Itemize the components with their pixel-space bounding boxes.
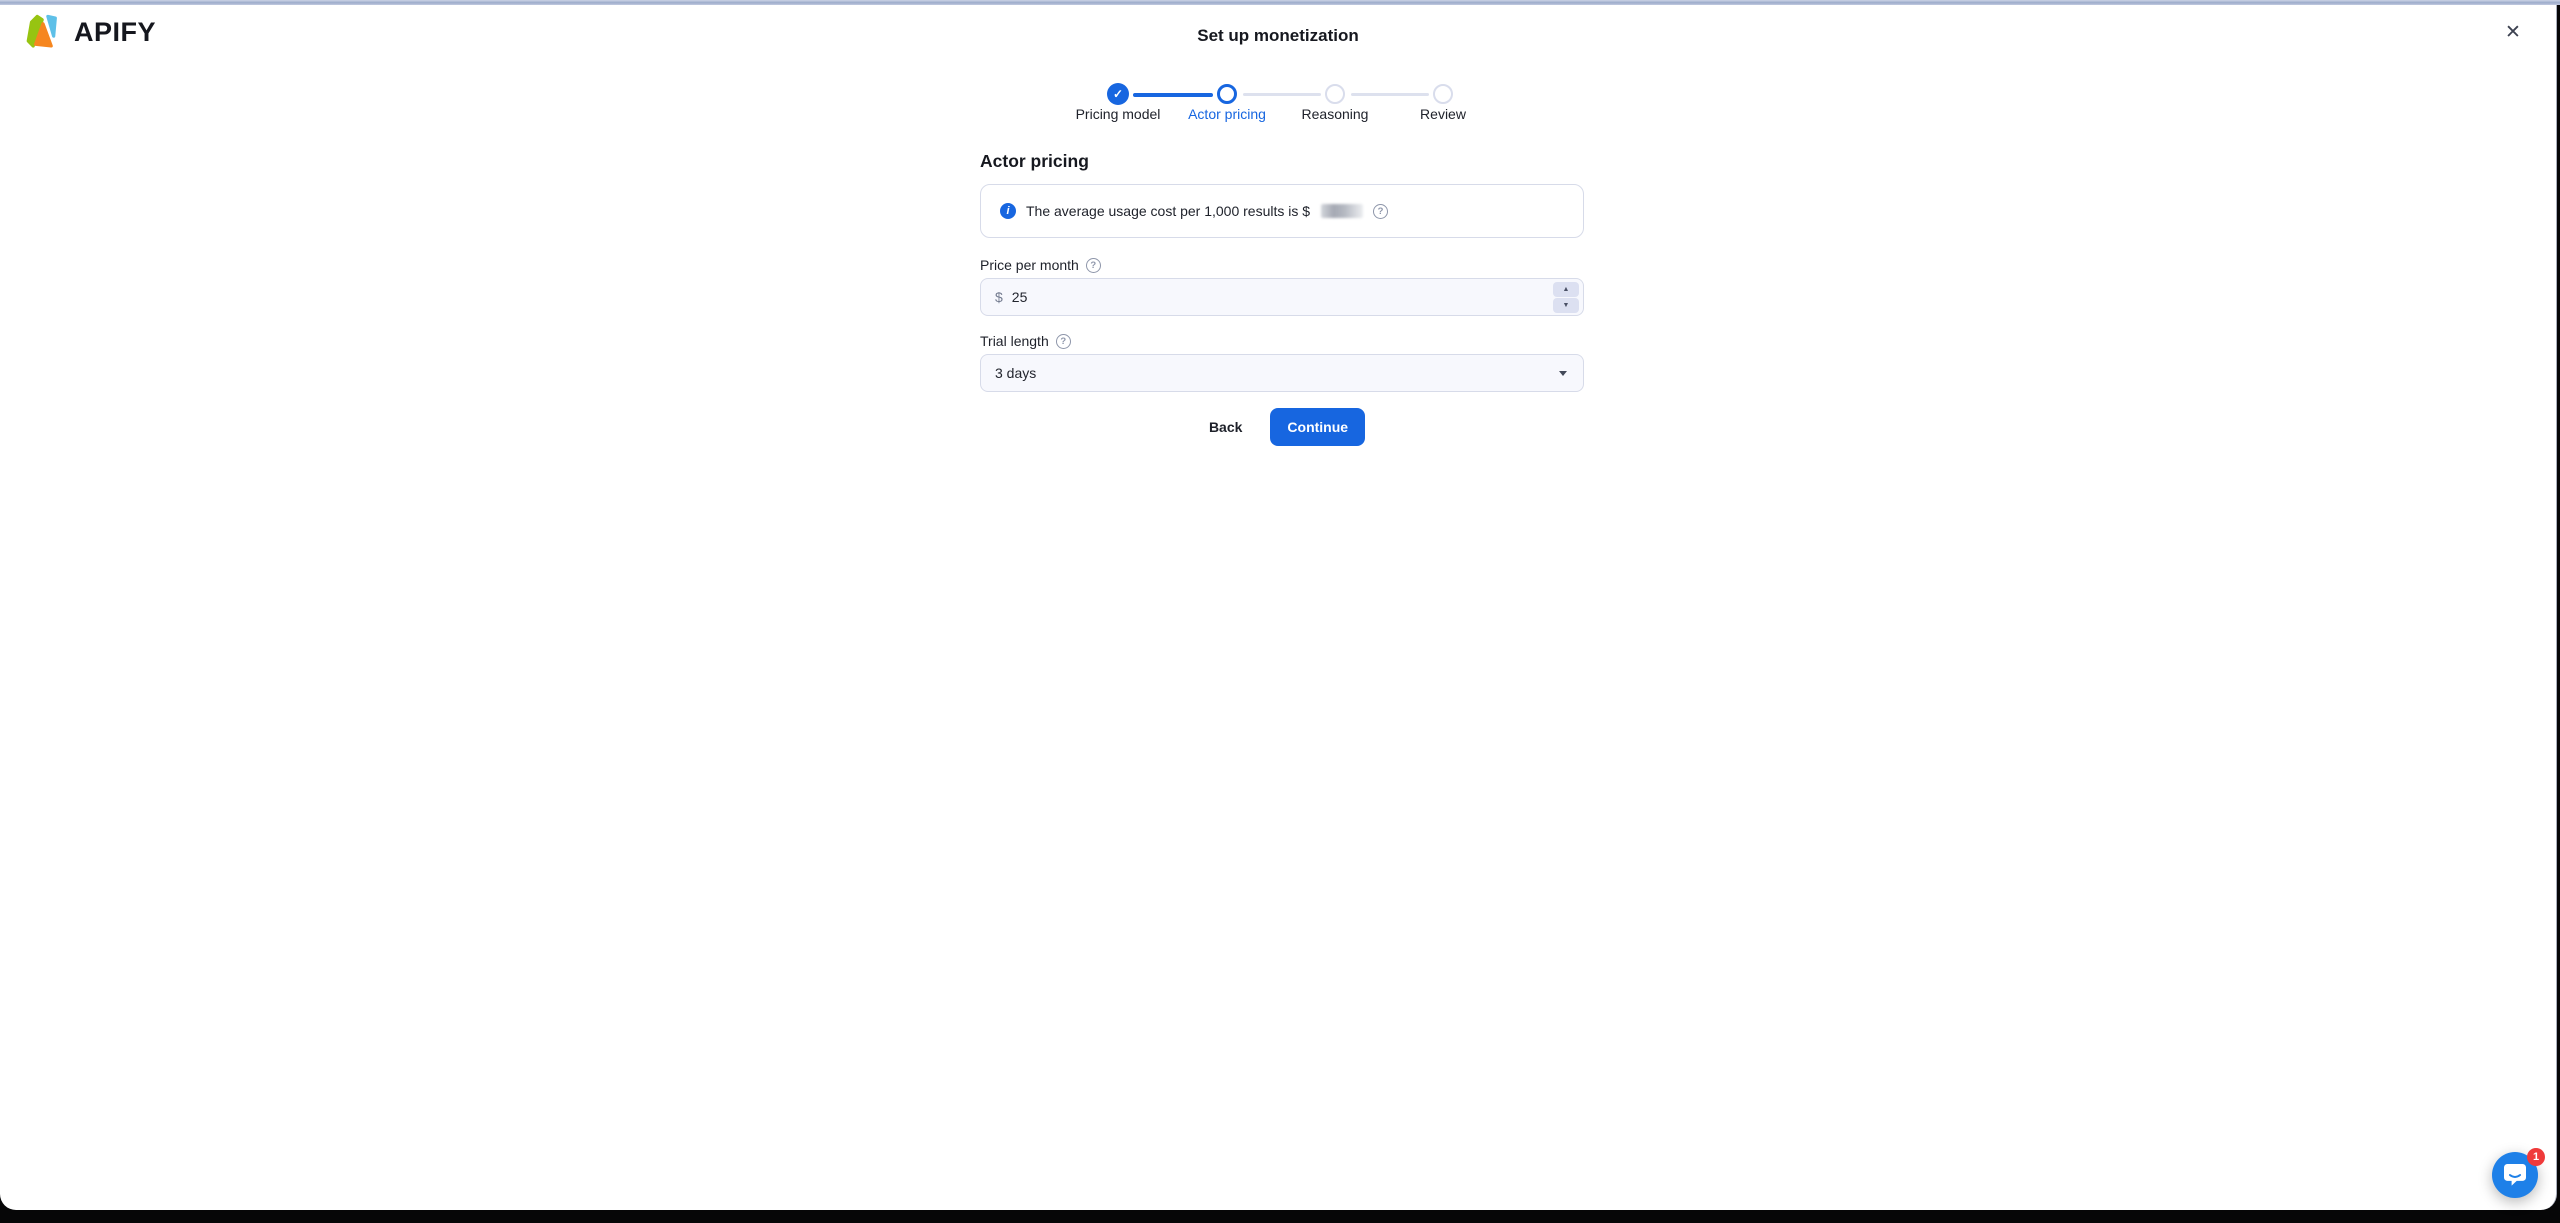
- redacted-value: [1321, 204, 1364, 218]
- stepper-label-review[interactable]: Review: [1420, 106, 1466, 122]
- usage-cost-banner: i The average usage cost per 1,000 resul…: [980, 184, 1584, 238]
- chat-launcher-button[interactable]: 1: [2492, 1148, 2545, 1198]
- check-icon: ✓: [1112, 87, 1124, 101]
- messenger-icon: [2504, 1164, 2526, 1186]
- stepper-label-reasoning[interactable]: Reasoning: [1302, 106, 1369, 122]
- form-actions: Back Continue: [980, 408, 1584, 446]
- stepper-connector-pending: [1351, 93, 1429, 96]
- selected-option: 3 days: [995, 365, 1037, 381]
- stepper-down-icon[interactable]: ▼: [1553, 298, 1579, 313]
- help-icon[interactable]: ?: [1055, 333, 1071, 349]
- stepper-connector-done: [1133, 92, 1213, 97]
- unread-count-badge: 1: [2527, 1148, 2545, 1166]
- app-window: APIFY Set up monetization ✕ ✓ Pricing mo…: [0, 5, 2557, 1210]
- help-icon[interactable]: ?: [1085, 257, 1101, 273]
- banner-text: The average usage cost per 1,000 results…: [1026, 203, 1311, 219]
- step-upcoming-icon[interactable]: [1433, 84, 1453, 104]
- step-complete-icon[interactable]: ✓: [1107, 83, 1129, 105]
- section-heading: Actor pricing: [980, 151, 1089, 171]
- stepper-up-icon[interactable]: ▲: [1553, 282, 1579, 297]
- price-per-month-label: Price per month ?: [980, 257, 1101, 273]
- trial-length-label: Trial length ?: [980, 333, 1071, 349]
- stepper-connector-pending: [1243, 93, 1321, 96]
- back-button[interactable]: Back: [1199, 408, 1252, 446]
- stepper-label-pricing-model[interactable]: Pricing model: [1076, 106, 1161, 122]
- chevron-down-icon: [1559, 371, 1567, 376]
- stepper-label-actor-pricing[interactable]: Actor pricing: [1188, 106, 1266, 122]
- price-input[interactable]: [1011, 289, 1432, 305]
- trial-length-select[interactable]: 3 days: [980, 354, 1584, 392]
- price-input-box: $ ▲ ▼: [980, 278, 1584, 316]
- step-active-icon[interactable]: [1217, 84, 1237, 104]
- trial-label-text: Trial length: [980, 333, 1049, 349]
- help-icon[interactable]: ?: [1373, 203, 1389, 219]
- info-icon: i: [1000, 203, 1016, 219]
- step-upcoming-icon[interactable]: [1325, 84, 1345, 104]
- price-label-text: Price per month: [980, 257, 1079, 273]
- number-stepper: ▲ ▼: [1553, 282, 1579, 313]
- continue-button[interactable]: Continue: [1270, 408, 1366, 446]
- currency-prefix: $: [995, 289, 1003, 305]
- setup-stepper: ✓ Pricing model Actor pricing Reasoning …: [0, 5, 2556, 135]
